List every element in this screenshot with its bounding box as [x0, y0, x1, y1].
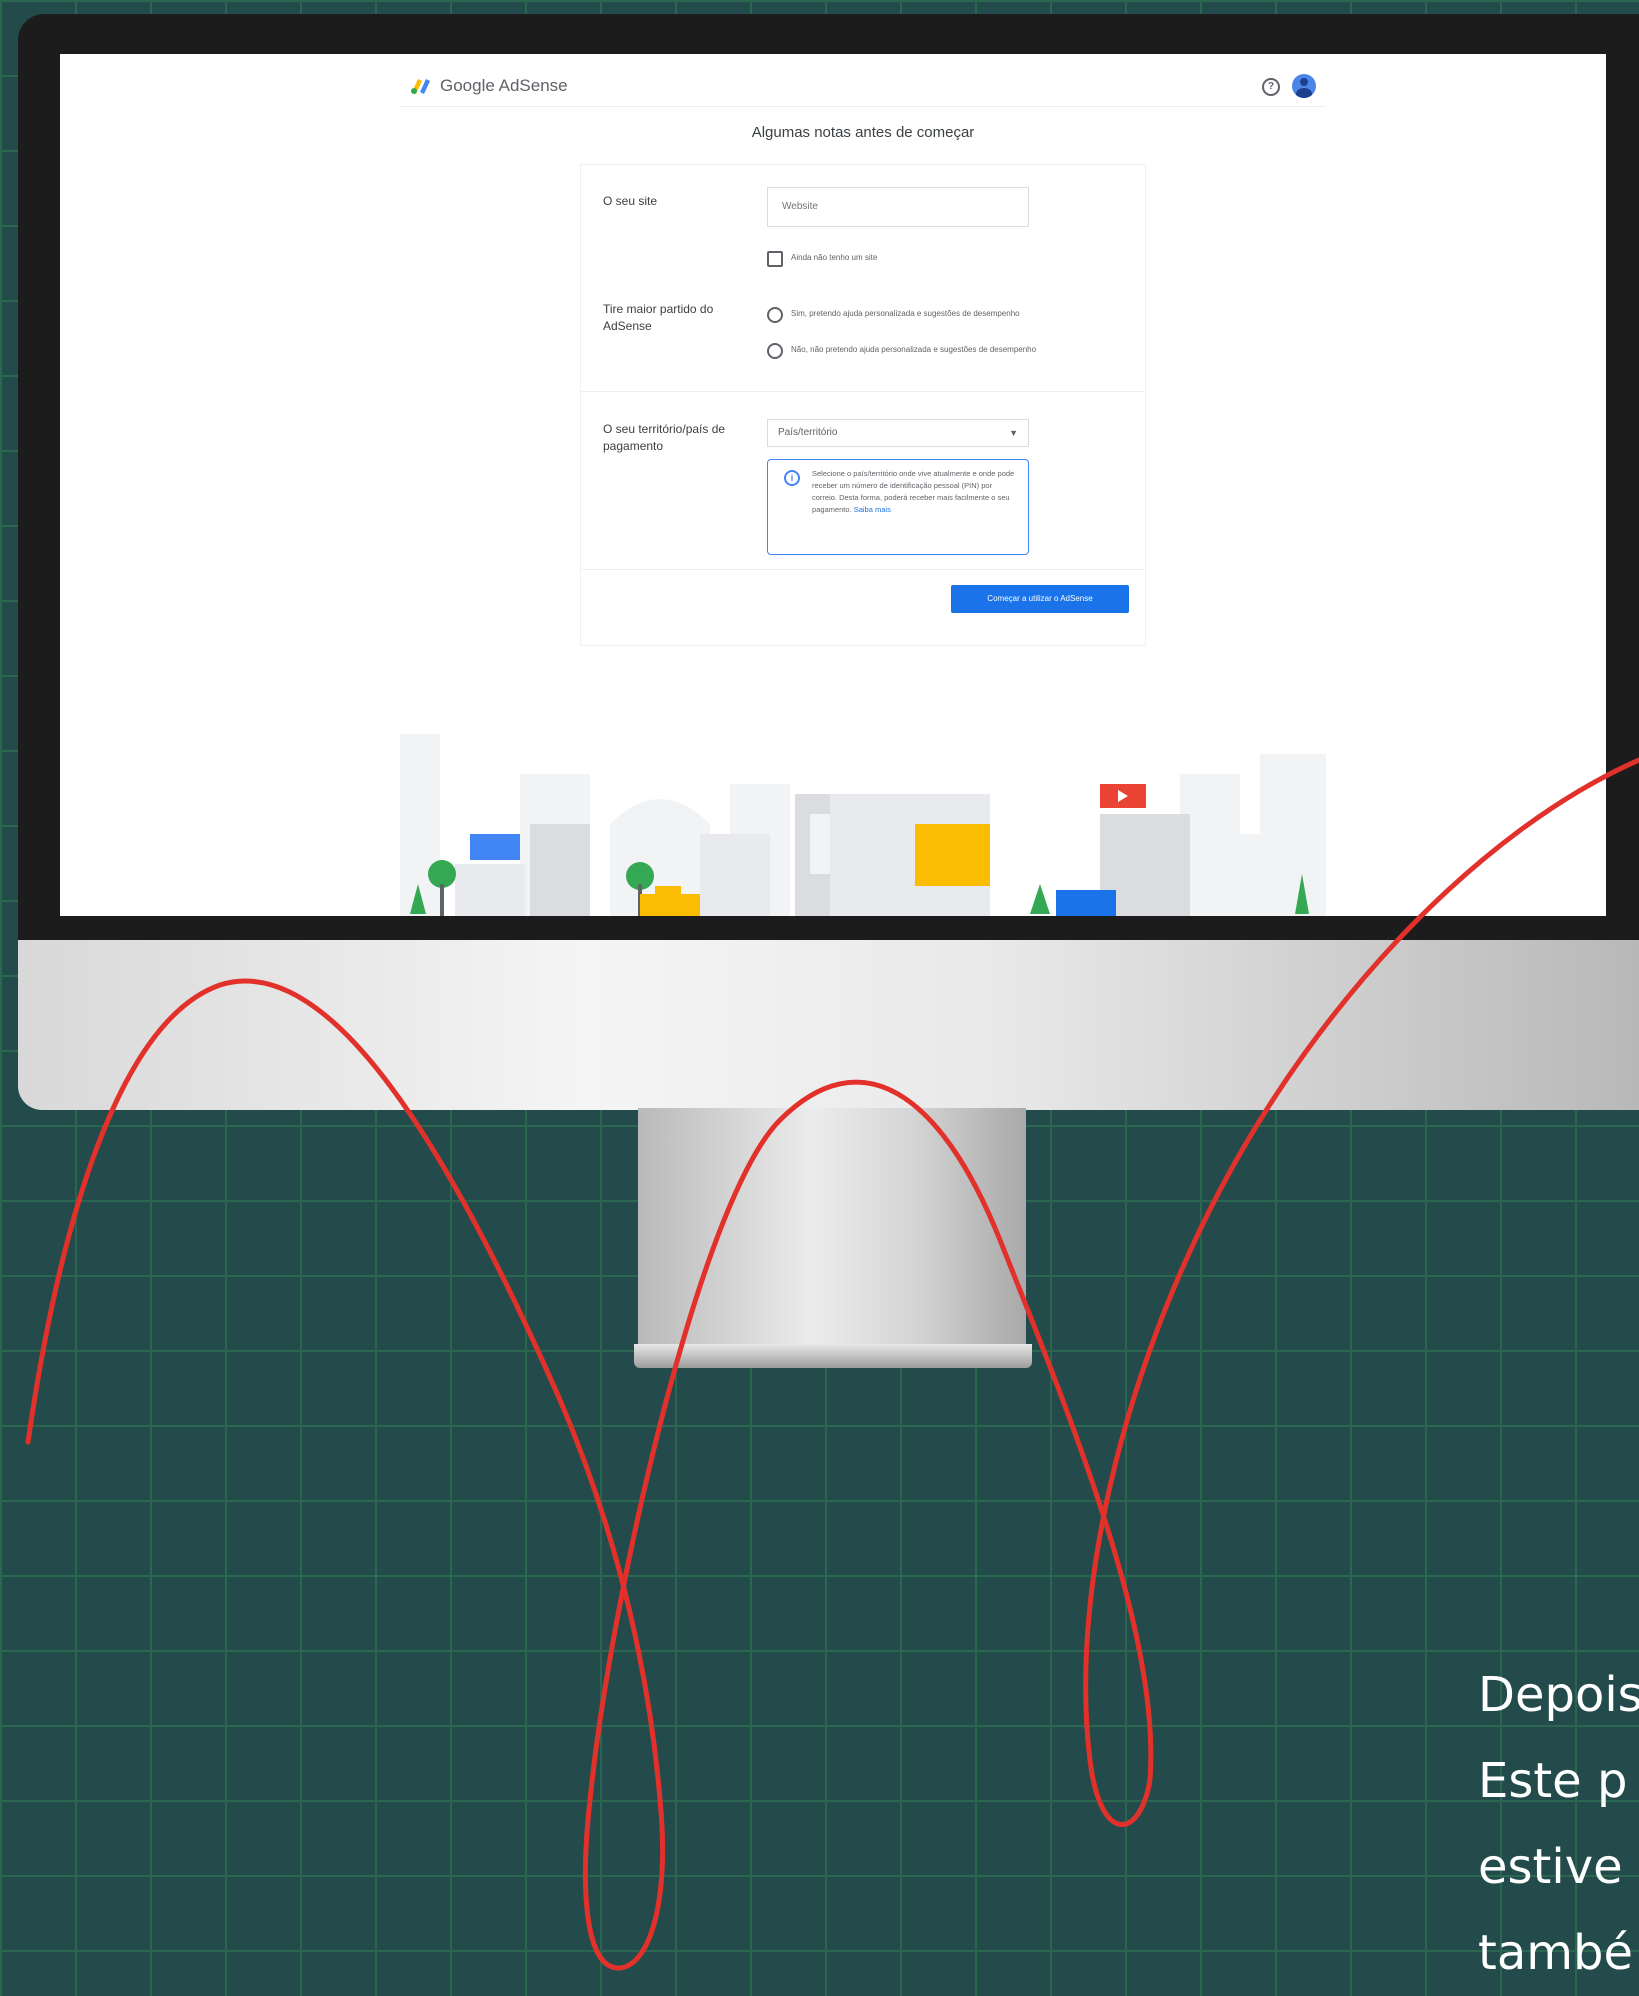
maximize-label: Tire maior partido do AdSense [603, 302, 714, 333]
no-site-checkbox-label: Ainda não tenho um site [791, 253, 878, 262]
app-header: Google AdSense ? [400, 62, 1326, 107]
country-select[interactable]: País/território ▼ [767, 419, 1029, 447]
section-divider [581, 569, 1145, 570]
country-info-box: i Selecione o país/território onde vive … [767, 459, 1029, 555]
start-adsense-button[interactable]: Começar a utilizar o AdSense [951, 585, 1129, 613]
info-icon: i [784, 470, 800, 486]
learn-more-link[interactable]: Saiba mais [854, 505, 891, 514]
brand-product: AdSense [498, 76, 568, 95]
country-info-text: Selecione o país/território onde vive at… [812, 468, 1018, 516]
page-title: Algumas notas antes de começar [751, 124, 975, 141]
adsense-logo-icon [411, 79, 430, 94]
caption-line: Depois [1478, 1667, 1639, 1723]
caption-line: estive [1478, 1839, 1623, 1895]
site-label: O seu site [603, 194, 658, 208]
brand-name[interactable]: Google AdSense [440, 76, 568, 96]
radio-no[interactable] [767, 343, 783, 359]
chevron-down-icon: ▼ [1009, 428, 1018, 438]
info-text-body: Selecione o país/território onde vive at… [812, 469, 1015, 514]
help-circle-icon[interactable]: ? [1262, 78, 1280, 96]
user-avatar-icon[interactable] [1292, 74, 1316, 98]
country-label: O seu território/país de pagamento [603, 422, 726, 453]
radio-yes[interactable] [767, 307, 783, 323]
setup-form-card: O seu site Ainda não tenho um site Tire … [580, 164, 1146, 646]
monitor-stand-base [634, 1344, 1032, 1368]
radio-yes-label: Sim, pretendo ajuda personalizada e suge… [791, 309, 1020, 318]
monitor-stand [638, 1108, 1026, 1348]
city-illustration [400, 714, 1326, 916]
page-caption: Depois Este p estive també [1478, 1652, 1639, 1996]
site-input[interactable] [767, 187, 1029, 227]
no-site-checkbox[interactable] [767, 251, 783, 267]
section-divider [581, 391, 1145, 392]
adsense-screen: Google AdSense ? Algumas notas antes de … [60, 54, 1606, 916]
caption-line: Este p [1478, 1753, 1628, 1809]
caption-line: també [1478, 1925, 1633, 1981]
country-select-value: País/território [778, 427, 838, 438]
radio-no-label: Não, não pretendo ajuda personalizada e … [791, 345, 1037, 354]
brand-google: Google [440, 76, 495, 95]
monitor-chin [18, 940, 1639, 1110]
